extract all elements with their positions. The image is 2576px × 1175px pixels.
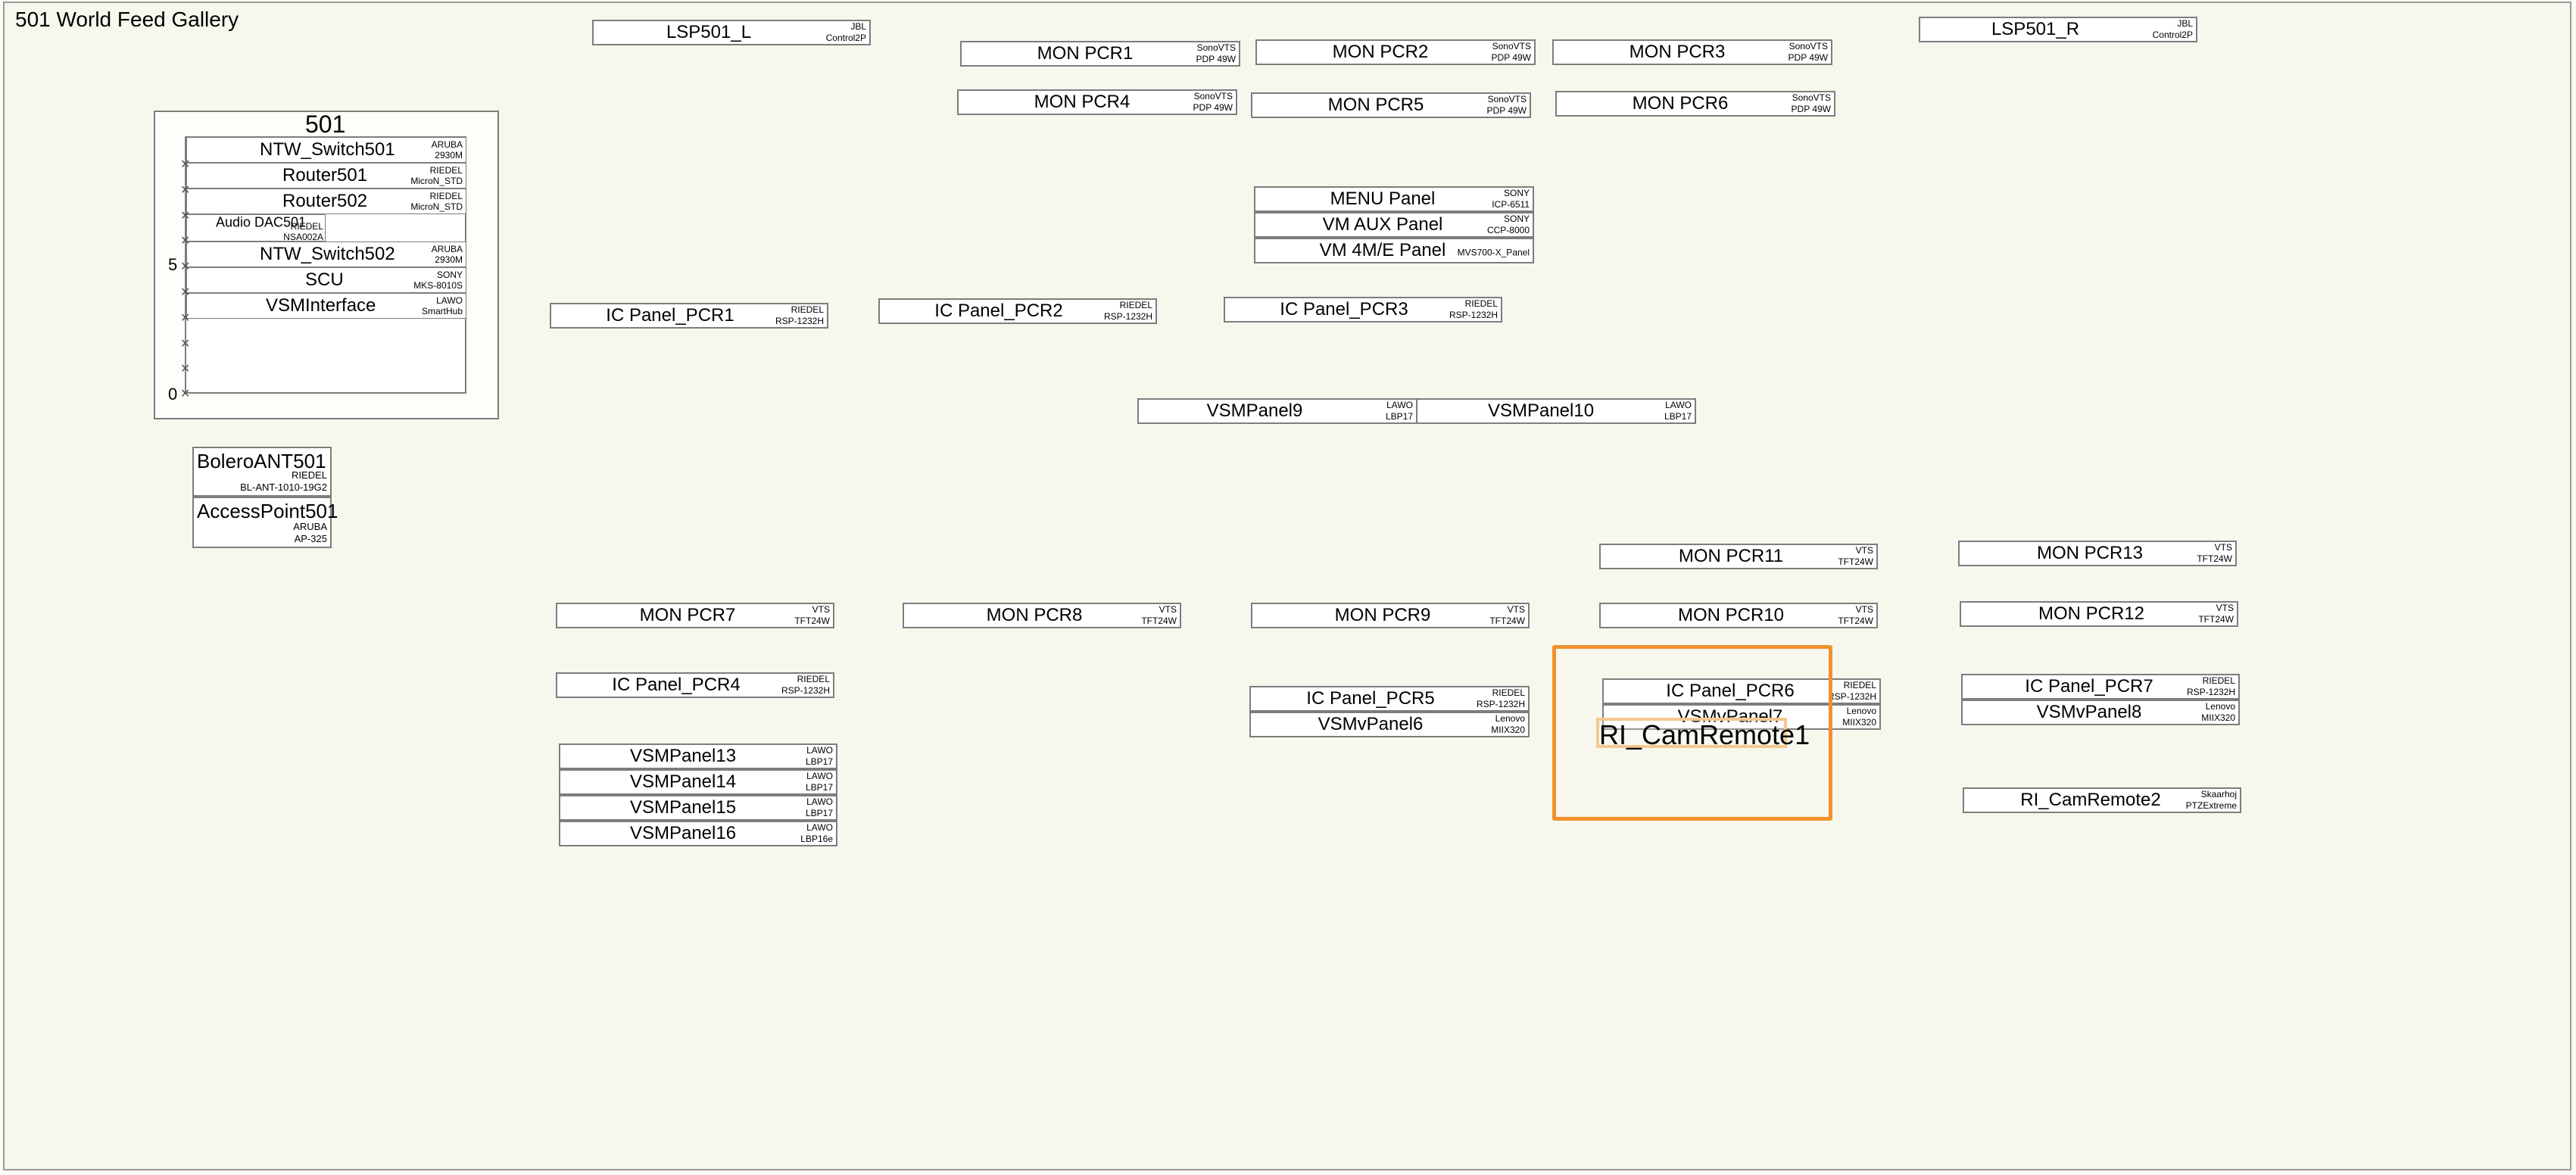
device-ic-panel-pcr3[interactable]: IC Panel_PCR3 RIEDEL RSP-1232H (1224, 297, 1502, 323)
rack-slot-marker: ✕ (180, 338, 191, 351)
device-ic-panel-pcr2[interactable]: IC Panel_PCR2 RIEDEL RSP-1232H (878, 298, 1157, 324)
rack-slot-marker: ✕ (180, 158, 191, 171)
dragged-device-ri-camremote1[interactable]: RI_CamRemote1 (1596, 718, 1810, 750)
device-ic-panel-pcr7[interactable]: IC Panel_PCR7 RIEDEL RSP-1232H (1961, 674, 2240, 700)
device-ic-panel-pcr5[interactable]: IC Panel_PCR5 RIEDEL RSP-1232H (1249, 686, 1530, 712)
device-mon-pcr11[interactable]: MON PCR11 VTS TFT24W (1599, 544, 1878, 569)
rack-unit-router502[interactable]: Router502 RIEDEL MicroN_STD (186, 189, 466, 214)
device-mon-pcr5[interactable]: MON PCR5 SonoVTS PDP 49W (1251, 92, 1531, 118)
rack-unit-vsminterface[interactable]: VSMInterface LAWO SmartHub (186, 293, 466, 319)
device-ic-panel-pcr4[interactable]: IC Panel_PCR4 RIEDEL RSP-1232H (556, 672, 834, 698)
rack-slot-marker: ✕ (180, 363, 191, 376)
device-vsmpanel13[interactable]: VSMPanel13 LAWO LBP17 (559, 743, 837, 769)
rack-unit-ntw-switch501[interactable]: NTW_Switch501 ARUBA 2930M (186, 137, 466, 163)
rack-slot-marker: ✕ (180, 312, 191, 325)
device-vm-4me-panel[interactable]: VM 4M/E Panel MVS700-X_Panel (1254, 238, 1534, 263)
rack-title: 501 (305, 111, 346, 138)
page-title: 501 World Feed Gallery (15, 8, 239, 31)
rack-slot-marker: ✕ (180, 184, 191, 197)
device-vm-aux-panel[interactable]: VM AUX Panel SONY CCP-8000 (1254, 212, 1534, 238)
device-vsmpanel16[interactable]: VSMPanel16 LAWO LBP16e (559, 821, 837, 846)
rack-unit-router501[interactable]: Router501 RIEDEL MicroN_STD (186, 163, 466, 189)
device-vsmpanel15[interactable]: VSMPanel15 LAWO LBP17 (559, 795, 837, 821)
device-mon-pcr9[interactable]: MON PCR9 VTS TFT24W (1251, 603, 1530, 628)
rack-slot-marker: ✕ (180, 260, 191, 273)
device-lsp501-r[interactable]: LSP501_R JBL Control2P (1919, 17, 2197, 42)
device-accesspoint501[interactable]: AccessPoint501 ARUBA AP-325 (192, 497, 338, 548)
device-vsmvpanel8[interactable]: VSMvPanel8 Lenovo MIIX320 (1961, 700, 2240, 725)
rack-slot-marker: ✕ (180, 210, 191, 223)
device-vsmpanel9[interactable]: VSMPanel9 LAWO LBP17 (1137, 398, 1417, 424)
device-menu-panel[interactable]: MENU Panel SONY ICP-6511 (1254, 186, 1534, 212)
device-mon-pcr3[interactable]: MON PCR3 SonoVTS PDP 49W (1552, 39, 1832, 65)
device-boleroant501[interactable]: BoleroANT501 RIEDEL BL-ANT-1010-19G2 (192, 447, 332, 497)
rack-unit-audio-dac501[interactable]: Audio DAC501 RIEDEL NSA002A (186, 214, 326, 242)
rack-label-5: 5 (168, 255, 178, 274)
device-mon-pcr12[interactable]: MON PCR12 VTS TFT24W (1960, 601, 2238, 627)
device-mon-pcr8[interactable]: MON PCR8 VTS TFT24W (903, 603, 1181, 628)
rack-label-0: 0 (168, 385, 178, 404)
rack-slot-marker: ✕ (180, 235, 191, 248)
rack-unit-scu[interactable]: SCU SONY MKS-8010S (186, 267, 466, 293)
device-ri-camremote2[interactable]: RI_CamRemote2 Skaarhoj PTZExtreme (1963, 787, 2241, 813)
device-ic-panel-pcr1[interactable]: IC Panel_PCR1 RIEDEL RSP-1232H (550, 303, 828, 329)
rack-unit-ntw-switch502[interactable]: NTW_Switch502 ARUBA 2930M (186, 242, 466, 267)
device-mon-pcr6[interactable]: MON PCR6 SonoVTS PDP 49W (1555, 91, 1835, 117)
device-mon-pcr10[interactable]: MON PCR10 VTS TFT24W (1599, 603, 1878, 628)
device-vsmpanel10[interactable]: VSMPanel10 LAWO LBP17 (1416, 398, 1696, 424)
device-vsmvpanel6[interactable]: VSMvPanel6 Lenovo MIIX320 (1249, 712, 1530, 737)
device-mon-pcr4[interactable]: MON PCR4 SonoVTS PDP 49W (957, 89, 1237, 115)
device-lsp501-l[interactable]: LSP501_L JBL Control2P (592, 20, 871, 45)
device-mon-pcr13[interactable]: MON PCR13 VTS TFT24W (1958, 541, 2237, 566)
device-mon-pcr1[interactable]: MON PCR1 SonoVTS PDP 49W (960, 41, 1240, 67)
rack-slot-marker: ✕ (180, 286, 191, 299)
device-mon-pcr7[interactable]: MON PCR7 VTS TFT24W (556, 603, 834, 628)
device-vsmpanel14[interactable]: VSMPanel14 LAWO LBP17 (559, 769, 837, 795)
device-mon-pcr2[interactable]: MON PCR2 SonoVTS PDP 49W (1255, 39, 1536, 65)
rack-slot-marker: ✕ (180, 388, 191, 400)
